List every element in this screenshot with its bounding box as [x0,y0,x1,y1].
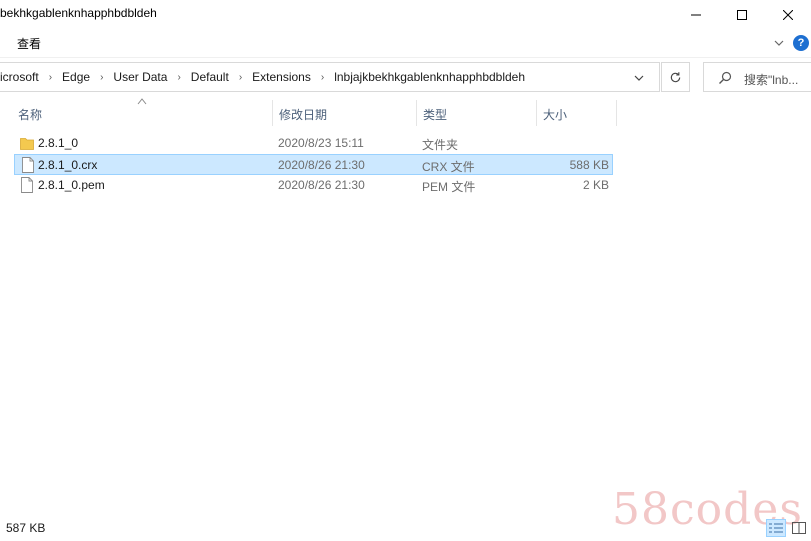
details-view-button[interactable] [766,519,786,537]
folder-icon [20,138,34,150]
breadcrumb-separator-icon[interactable]: › [49,72,52,83]
breadcrumb-separator-icon[interactable]: › [100,72,103,83]
details-view-icon [769,523,783,533]
refresh-icon [670,71,681,82]
file-icon [21,177,33,193]
file-type: PEM 文件 [422,180,476,194]
breadcrumb-item-default[interactable]: Default [191,70,229,84]
minimize-button[interactable] [673,0,719,30]
ribbon: 查看 ? [0,30,811,58]
file-modified: 2020/8/26 21:30 [278,178,365,192]
breadcrumb-separator-icon[interactable]: › [239,72,242,83]
file-row-pem[interactable]: 2.8.1_0.pem 2020/8/26 21:30 PEM 文件 2 KB [14,175,613,196]
breadcrumb-item-extensions[interactable]: Extensions [252,70,311,84]
file-type: CRX 文件 [422,160,475,174]
maximize-icon [737,10,747,20]
file-size: 2 KB [582,178,609,192]
column-header: 名称 修改日期 类型 大小 [0,98,811,126]
breadcrumb: icrosoft › Edge › User Data › Default › … [0,70,525,84]
file-name: 2.8.1_0.pem [38,178,105,192]
status-selection-size: 587 KB [6,521,46,535]
column-divider[interactable] [616,100,617,126]
search-placeholder: 搜索"lnb... [744,73,799,87]
sort-ascending-icon [137,98,147,105]
column-size[interactable]: 大小 [543,106,567,123]
close-icon [783,10,793,20]
search-icon [719,71,732,84]
address-dropdown-icon[interactable] [632,71,646,85]
file-type: 文件夹 [422,138,459,152]
chevron-down-icon[interactable] [772,36,786,50]
maximize-button[interactable] [719,0,765,30]
breadcrumb-item-edge[interactable]: Edge [62,70,90,84]
breadcrumb-separator-icon[interactable]: › [177,72,180,83]
column-type[interactable]: 类型 [423,106,447,123]
column-modified[interactable]: 修改日期 [279,106,327,123]
file-modified: 2020/8/23 15:11 [278,136,364,150]
close-button[interactable] [765,0,811,30]
file-name: 2.8.1_0 [38,136,79,150]
large-icons-view-icon [792,522,806,534]
breadcrumb-item-microsoft[interactable]: icrosoft [0,70,39,84]
file-modified: 2020/8/26 21:30 [278,158,365,172]
status-bar: 587 KB [0,516,811,541]
breadcrumb-item-user-data[interactable]: User Data [113,70,167,84]
tab-view[interactable]: 查看 [17,35,41,52]
column-divider[interactable] [416,100,417,126]
title-bar: bekhkgablenknhapphbdbldeh [0,0,811,30]
file-size: 588 KB [569,158,609,172]
window-title: bekhkgablenknhapphbdbldeh [0,6,157,20]
address-bar[interactable]: icrosoft › Edge › User Data › Default › … [0,62,660,92]
file-row-folder[interactable]: 2.8.1_0 2020/8/23 15:11 文件夹 [14,133,613,154]
search-input[interactable]: 搜索"lnb... [703,62,811,92]
minimize-icon [691,14,701,16]
column-divider[interactable] [272,100,273,126]
column-divider[interactable] [536,100,537,126]
breadcrumb-item-extension-id[interactable]: lnbjajkbekhkgablenknhapphbdbldeh [334,70,525,84]
column-name[interactable]: 名称 [18,106,42,123]
large-icons-view-button[interactable] [789,519,809,537]
breadcrumb-separator-icon[interactable]: › [321,72,324,83]
refresh-button[interactable] [661,62,690,92]
help-button[interactable]: ? [793,35,809,51]
file-name: 2.8.1_0.crx [38,158,98,172]
file-row-crx[interactable]: 2.8.1_0.crx 2020/8/26 21:30 CRX 文件 588 K… [14,154,613,175]
file-icon [22,157,34,173]
